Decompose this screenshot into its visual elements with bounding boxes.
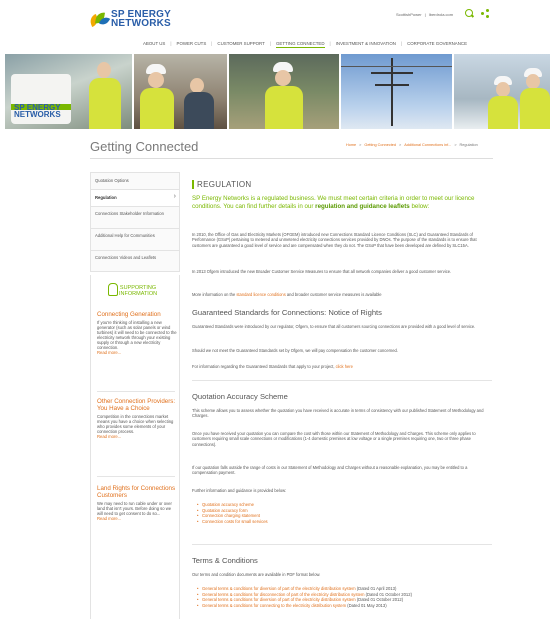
sidebar-item-help-communities[interactable]: Additional Help for Communities [90, 228, 180, 250]
quotation-links-list: Quotation accuracy scheme Quotation accu… [197, 502, 268, 525]
breadcrumb: Home > Getting Connected > Additional Co… [346, 143, 478, 147]
promo-title[interactable]: Other Connection Providers: You Have a C… [97, 398, 177, 412]
banner-photo-team [454, 54, 550, 129]
nav-about-us[interactable]: ABOUT US [143, 41, 165, 48]
main-nav: ABOUT US | POWER CUTS | CUSTOMER SUPPORT | … [143, 41, 468, 48]
section-title: REGULATION [192, 180, 251, 189]
paragraph-gs-intro: Guaranteed Standards were introduced by … [192, 324, 476, 329]
utility-separator: | [424, 12, 426, 17]
heading-quotation-accuracy: Quotation Accuracy Scheme [192, 392, 288, 401]
search-icon[interactable] [465, 9, 473, 17]
sidebar-nav: Quotation Options Regulation Connections… [90, 172, 180, 272]
breadcrumb-additional-connections[interactable]: Additional Connections inf... [404, 143, 451, 147]
read-more-link[interactable]: Read more... [97, 434, 177, 439]
paragraph-ofgem-2013: In 2013 Ofgem introduced the new Broader… [192, 269, 452, 274]
sidebar-item-regulation[interactable]: Regulation [90, 189, 180, 206]
banner-photo-pylon [340, 54, 453, 129]
connection-costs-link[interactable]: Connection costs for small services [197, 519, 268, 525]
promo-title[interactable]: Connecting Generation [97, 311, 177, 318]
paragraph-gs-info: For information regarding the Guaranteed… [192, 364, 353, 369]
brand-logo[interactable]: SP ENERGY NETWORKS [88, 10, 171, 29]
click-here-link[interactable]: click here [336, 364, 353, 369]
promo-title[interactable]: Land Rights for Connections Customers [97, 485, 177, 499]
paragraph-qa-guidance: Further information and guidance is prov… [192, 488, 287, 493]
paragraph-gs-compensation: Should we not meet the Guaranteed Standa… [192, 348, 398, 353]
brand-line2: NETWORKS [111, 18, 171, 29]
heading-guaranteed-standards: Guaranteed Standards for Connections: No… [192, 308, 382, 317]
promo-divider [97, 391, 175, 392]
read-more-link[interactable]: Read more... [97, 516, 177, 521]
standard-licence-link[interactable]: standard licence conditions [236, 292, 285, 297]
scottishpower-link[interactable]: ScottishPower [396, 12, 422, 17]
promo-text: Competition in the connections market me… [97, 414, 174, 434]
promo-connecting-generation: Connecting Generation If you're thinking… [97, 311, 177, 355]
supporting-information-heading: SUPPORTING INFORMATION [119, 285, 158, 297]
nav-customer-support[interactable]: CUSTOMER SUPPORT [217, 41, 264, 48]
breadcrumb-home[interactable]: Home [346, 143, 356, 147]
banner-photo-engineer [229, 54, 339, 129]
section-divider [192, 380, 492, 381]
utility-links: ScottishPower | Iberdrola.com [396, 12, 453, 17]
promo-land-rights: Land Rights for Connections Customers We… [97, 485, 177, 521]
breadcrumb-getting-connected[interactable]: Getting Connected [364, 143, 396, 147]
promo-text: If you're thinking of installing a new g… [97, 320, 177, 350]
sidebar-item-videos-leaflets[interactable]: Connections Videos and Leaflets [90, 250, 180, 272]
read-more-link[interactable]: Read more... [97, 350, 177, 355]
paragraph-ofgem-2010: In 2010, the Office of Gas and Electrici… [192, 232, 477, 248]
nav-getting-connected[interactable]: GETTING CONNECTED [275, 41, 325, 48]
lead-paragraph: SP Energy Networks is a regulated busine… [192, 195, 475, 210]
promo-divider [97, 476, 175, 477]
section-divider [192, 544, 492, 545]
paragraph-qa-compare: Once you have received your quotation yo… [192, 431, 476, 447]
title-divider [90, 158, 493, 159]
paragraph-more-info: More information on the standard licence… [192, 292, 382, 297]
regulation-leaflets-link[interactable]: regulation and guidance leaflets [315, 203, 410, 210]
paragraph-qa-compensation: If our quotation falls outside the range… [192, 465, 468, 476]
promo-connection-providers: Other Connection Providers: You Have a C… [97, 398, 177, 439]
leaf-logo-icon [88, 11, 111, 28]
site-header: SP ENERGY NETWORKS ScottishPower | Iberd… [0, 0, 552, 52]
promo-text: We may need to run cable under or over l… [97, 501, 172, 516]
paragraph-tc-intro: Our terms and condition documents are av… [192, 572, 321, 577]
breadcrumb-current: Regulation [459, 143, 478, 147]
share-icon[interactable] [481, 9, 489, 18]
sidebar-item-quotation-options[interactable]: Quotation Options [90, 172, 180, 189]
tc-connecting-link[interactable]: General terms & conditions for connectin… [197, 603, 412, 609]
paragraph-qa-intro: This scheme allows you to assess whether… [192, 408, 484, 419]
heading-terms-conditions: Terms & Conditions [192, 556, 258, 565]
nav-investment-innovation[interactable]: INVESTMENT & INNOVATION [336, 41, 396, 48]
iberdrola-link[interactable]: Iberdrola.com [429, 12, 453, 17]
supporting-information-box: SUPPORTING INFORMATION Connecting Genera… [90, 275, 180, 619]
nav-corporate-governance[interactable]: CORPORATE GOVERNANCE [407, 41, 467, 48]
banner-brand-logo: SP ENERGY NETWORKS [14, 103, 61, 119]
sidebar-item-stakeholder-information[interactable]: Connections Stakeholder Information [90, 206, 180, 228]
banner-photo-workers [133, 54, 228, 129]
terms-links-list: General terms & conditions for diversion… [197, 586, 412, 609]
page-title: Getting Connected [90, 139, 199, 154]
nav-power-cuts[interactable]: POWER CUTS [177, 41, 207, 48]
document-icon [108, 283, 118, 296]
hero-banner [5, 54, 550, 129]
